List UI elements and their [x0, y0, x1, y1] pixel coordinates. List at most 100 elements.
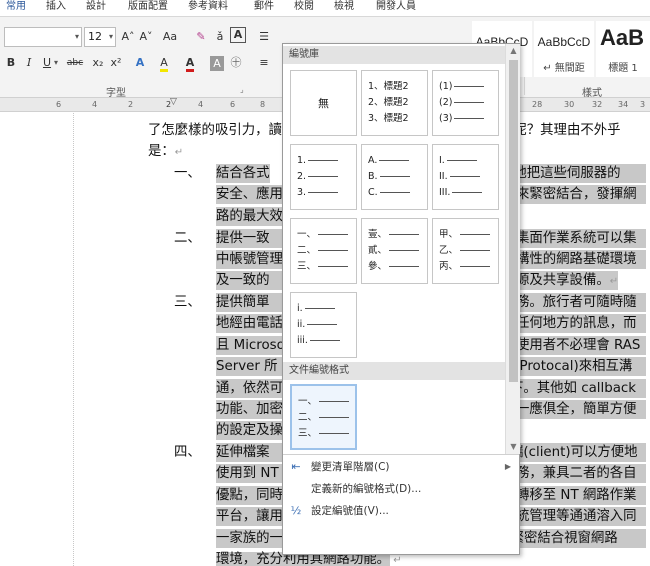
align-left-icon[interactable]: ≡	[254, 53, 274, 73]
bullets-icon[interactable]: ☰	[254, 27, 274, 47]
underline-button[interactable]: U	[40, 53, 54, 73]
scroll-up-icon[interactable]: ▲	[506, 44, 521, 58]
doc-line[interactable]: 結合各式	[216, 164, 270, 183]
doc-line[interactable]: 及一致的	[216, 271, 282, 290]
doc-line[interactable]: 通，依然可	[216, 379, 282, 398]
doc-line[interactable]: 中帳號管理	[216, 250, 282, 269]
chevron-down-icon[interactable]: ▾	[109, 28, 113, 46]
tile-line: 二、	[297, 245, 349, 256]
tab-home[interactable]: 常用	[6, 0, 26, 14]
subscript-button[interactable]: x₂	[90, 53, 106, 73]
superscript-button[interactable]: x²	[108, 53, 124, 73]
doc-line[interactable]: 的設定及操	[216, 421, 282, 440]
doc-line[interactable]: 務，兼具二者的各自	[516, 464, 646, 483]
doc-line[interactable]: 且 Microso	[216, 336, 282, 355]
change-case-button[interactable]: Aa	[160, 27, 180, 47]
tile-line: 壹、	[368, 229, 420, 240]
numbering-library-header: 編號庫	[283, 46, 505, 64]
define-new-format-item[interactable]: 定義新的編號格式(D)...	[283, 478, 519, 500]
tab-layout[interactable]: 版面配置	[128, 0, 168, 14]
doc-line[interactable]: 使用者不必理會 RAS	[516, 336, 646, 355]
numbering-tile-heading[interactable]: 1、標題2 2、標題2 3、標題2	[361, 70, 428, 136]
clear-format-icon[interactable]: ✎	[194, 27, 208, 47]
tab-developer[interactable]: 開發人員	[376, 0, 416, 14]
doc-line[interactable]: 路的最大效	[216, 207, 282, 226]
set-numbering-value-item[interactable]: ½ 設定編號值(V)...	[283, 500, 519, 522]
numbering-tile-alpha[interactable]: A. B. C.	[361, 144, 428, 210]
set-value-icon: ½	[290, 504, 302, 517]
doc-line[interactable]: 構性的網路基礎環境	[516, 250, 646, 269]
ribbon-tabs: 常用 插入 設計 版面配置 參考資料 郵件 校閱 檢視 開發人員	[0, 0, 650, 16]
doc-line[interactable]: 地經由電話	[216, 314, 282, 333]
char-shading-icon[interactable]: A	[210, 56, 224, 71]
doc-line[interactable]: 提供簡單	[216, 293, 282, 312]
doc-line[interactable]: 務。旅行者可隨時隨	[516, 293, 646, 312]
doc-line[interactable]: 優點，同時	[216, 486, 282, 505]
doc-line[interactable]: 然地把這些伺服器的	[500, 164, 646, 183]
style-heading-1[interactable]: AaB 標題 1	[596, 21, 650, 77]
doc-line[interactable]: 下。其他如 callback	[510, 379, 646, 398]
doc-line[interactable]: 功能、加密	[216, 400, 282, 419]
numbering-tile-lower-roman[interactable]: i. ii. iii.	[290, 292, 357, 358]
ruler-tick: 3	[640, 100, 646, 109]
scroll-thumb[interactable]	[509, 60, 518, 382]
tile-line: A.	[368, 155, 410, 166]
doc-line[interactable]: 端(client)可以方便地	[510, 443, 646, 462]
doc-line[interactable]: 源及共享設備。↵	[516, 271, 619, 290]
doc-line[interactable]: 轉移至 NT 網路作業	[516, 486, 646, 505]
doc-line[interactable]: Server 所	[216, 357, 282, 376]
strikethrough-button[interactable]: abc	[64, 53, 86, 73]
tab-view[interactable]: 檢視	[334, 0, 354, 14]
numbering-tile-heavenly-stems[interactable]: 甲、 乙、 丙、	[432, 218, 499, 284]
chevron-down-icon[interactable]: ▾	[54, 53, 58, 73]
paragraph-mark-icon: ↵	[174, 147, 184, 158]
doc-line[interactable]: 延伸檔案	[216, 443, 282, 462]
highlight-button[interactable]: A	[156, 53, 172, 73]
tab-insert[interactable]: 插入	[46, 0, 66, 14]
doc-line[interactable]: 使用到 NT	[216, 464, 282, 483]
numbering-tile-chinese[interactable]: 一、 二、 三、	[290, 218, 357, 284]
doc-line[interactable]: 安全、應用	[216, 185, 283, 204]
shrink-font-button[interactable]: A˅	[138, 27, 154, 47]
numbering-tile-roman[interactable]: I. II. III.	[432, 144, 499, 210]
tile-line: II.	[439, 171, 480, 182]
phonetic-guide-icon[interactable]: ǎ	[212, 27, 228, 47]
document-numbering-tile[interactable]: 一、 二、 三、	[290, 384, 357, 450]
chevron-down-icon[interactable]: ▾	[75, 28, 79, 46]
enclose-char-icon[interactable]: ㊉	[228, 53, 244, 73]
doc-line[interactable]: 提供一致	[216, 229, 282, 248]
numbering-tile-formal-chinese[interactable]: 壹、 貳、 參、	[361, 218, 428, 284]
first-line-indent-icon[interactable]: ▽	[170, 97, 177, 107]
change-list-level-item[interactable]: ⇤ 變更清單階層(C) ▶	[283, 456, 519, 478]
scroll-down-icon[interactable]: ▼	[506, 440, 521, 454]
doc-line[interactable]: 任何地方的訊息，而	[516, 314, 646, 333]
font-name-box[interactable]: ▾	[4, 27, 82, 47]
bold-button[interactable]: B	[4, 53, 18, 73]
tab-mailings[interactable]: 郵件	[254, 0, 274, 14]
numbering-none-tile[interactable]: 無	[290, 70, 357, 136]
italic-button[interactable]: I	[22, 53, 36, 73]
tab-references[interactable]: 參考資料	[188, 0, 228, 14]
tab-design[interactable]: 設計	[86, 0, 106, 14]
grow-font-button[interactable]: A˄	[120, 27, 136, 47]
font-color-button[interactable]: A	[182, 53, 198, 73]
doc-line[interactable]: t Protocal)來相互溝	[510, 357, 646, 376]
tile-line: 1.	[297, 155, 339, 166]
char-border-icon[interactable]: A	[230, 27, 246, 43]
doc-line[interactable]: 是：↵	[148, 142, 183, 161]
text-effects-icon[interactable]: A	[132, 53, 148, 73]
gallery-scrollbar[interactable]: ▲ ▼	[505, 44, 520, 454]
doc-line[interactable]: 來緊密結合，發揮網	[516, 185, 646, 204]
style-no-spacing[interactable]: AaBbCcD ↵ 無間距	[534, 21, 594, 77]
doc-line[interactable]: 一應俱全，簡單方便	[516, 400, 646, 419]
doc-line[interactable]: 平台，讓用	[216, 507, 282, 526]
doc-line[interactable]: 了怎麼樣的吸引力，讀	[148, 121, 282, 140]
doc-line[interactable]: 統管理等通通溶入同	[516, 507, 646, 526]
tab-review[interactable]: 校閱	[294, 0, 314, 14]
dialog-launcher-icon[interactable]: ⌟	[240, 85, 244, 94]
margin-guide	[73, 113, 74, 566]
doc-line[interactable]: 集面作業系統可以集	[516, 229, 646, 248]
numbering-tile-arabic[interactable]: 1. 2. 3.	[290, 144, 357, 210]
numbering-tile-paren[interactable]: (1) (2) (3)	[432, 70, 499, 136]
font-size-box[interactable]: 12 ▾	[84, 27, 116, 47]
